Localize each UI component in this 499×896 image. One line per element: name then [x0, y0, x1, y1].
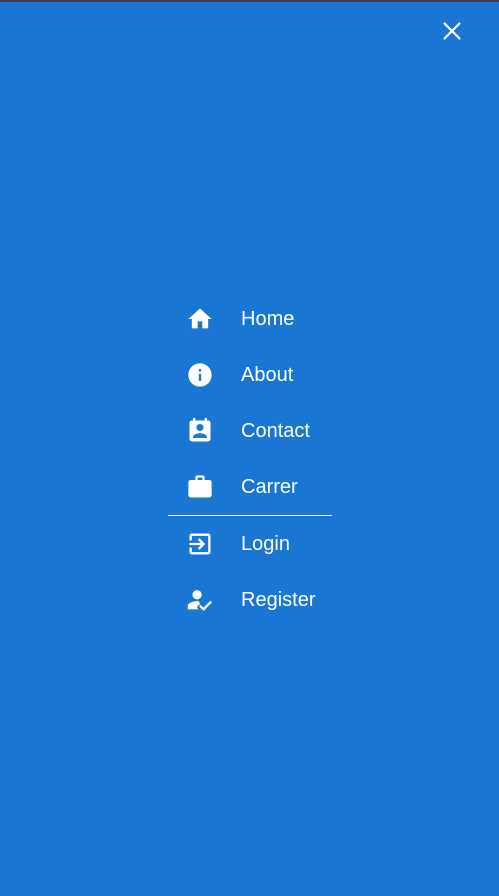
contact-card-icon	[168, 417, 232, 445]
briefcase-icon	[168, 473, 232, 501]
menu-item-login[interactable]: Login	[168, 516, 332, 572]
menu-item-home[interactable]: Home	[168, 291, 332, 347]
login-icon	[168, 530, 232, 558]
close-button[interactable]	[437, 16, 467, 46]
menu-item-about[interactable]: About	[168, 347, 332, 403]
menu-item-label: Home	[241, 307, 295, 330]
primary-menu-group: Home About Contact Carrer	[168, 291, 332, 515]
menu-item-label: Carrer	[241, 475, 298, 498]
close-icon	[443, 22, 461, 40]
menu-item-label: Login	[241, 532, 290, 555]
menu-item-label: Register	[241, 588, 316, 611]
window-top-edge	[0, 0, 499, 2]
menu-item-contact[interactable]: Contact	[168, 403, 332, 459]
menu-item-carrer[interactable]: Carrer	[168, 459, 332, 515]
account-menu-group: Login Register	[168, 516, 332, 628]
navigation-menu: Home About Contact Carrer Login Register	[168, 291, 332, 628]
info-icon	[168, 361, 232, 389]
person-check-icon	[168, 586, 232, 614]
menu-item-label: About	[241, 363, 294, 386]
home-icon	[168, 305, 232, 333]
menu-item-register[interactable]: Register	[168, 572, 332, 628]
menu-item-label: Contact	[241, 419, 310, 442]
